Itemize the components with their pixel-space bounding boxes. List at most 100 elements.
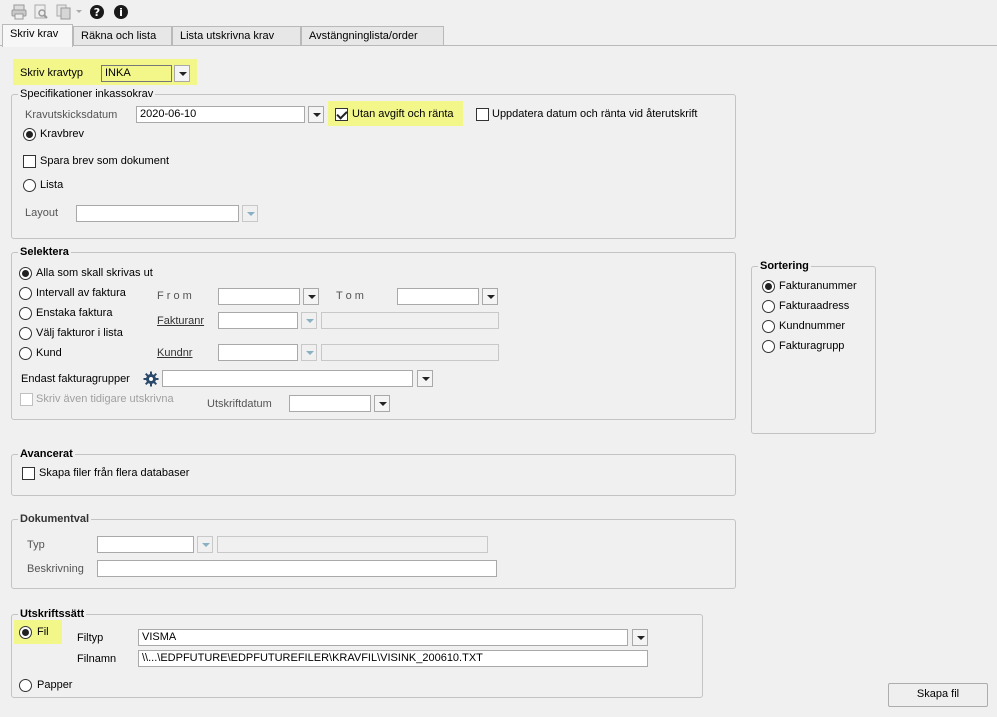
skriv-aven-checkbox[interactable] [20, 393, 33, 406]
skriv-aven-label: Skriv även tidigare utskrivna [36, 393, 174, 405]
spara-brev-label: Spara brev som dokument [40, 155, 170, 167]
dokumentval-group: Dokumentval [11, 512, 736, 589]
tab-avstangninglista[interactable]: Avstängninglista/order [301, 26, 444, 46]
sort-fakturanummer-radio[interactable] [762, 280, 775, 293]
tom-input[interactable] [397, 288, 479, 305]
kund-label: Kund [36, 347, 62, 359]
kund-radio[interactable] [19, 347, 32, 360]
spara-brev-checkbox[interactable] [23, 155, 36, 168]
print-preview-icon[interactable] [33, 4, 49, 20]
endast-dropdown-button[interactable] [417, 370, 433, 387]
endast-label: Endast fakturagrupper [21, 373, 130, 385]
filnamn-label: Filnamn [77, 653, 117, 665]
beskrivning-input[interactable] [97, 560, 497, 577]
copy-icon[interactable] [56, 4, 72, 20]
fakturanr-description [321, 312, 499, 329]
date-input[interactable]: 2020-06-10 [136, 106, 305, 123]
date-label: Kravutskicksdatum [25, 109, 118, 121]
date-dropdown-button[interactable] [308, 106, 324, 123]
filtyp-dropdown-button[interactable] [632, 629, 648, 646]
kundnr-label[interactable]: Kundnr [157, 346, 192, 360]
help-icon[interactable]: ? [89, 4, 105, 20]
kravtyp-dropdown-button[interactable] [174, 65, 190, 82]
sort-fakturanummer-label: Fakturanummer [779, 280, 857, 292]
gear-icon[interactable] [143, 371, 159, 387]
from-input[interactable] [218, 288, 300, 305]
typ-input[interactable] [97, 536, 194, 553]
kundnr-dropdown-button[interactable] [301, 344, 317, 361]
svg-text:i: i [119, 6, 123, 19]
enstaka-label: Enstaka faktura [36, 307, 113, 319]
papper-label: Papper [37, 679, 73, 691]
enstaka-radio[interactable] [19, 307, 32, 320]
tom-label: T o m [336, 290, 364, 302]
kravbrev-label: Kravbrev [40, 128, 85, 140]
valj-fakturor-label: Välj fakturor i lista [36, 327, 123, 339]
utskriftdatum-input[interactable] [289, 395, 371, 412]
info-icon[interactable]: i [113, 4, 129, 20]
skapa-filer-checkbox[interactable] [22, 467, 35, 480]
spec-title: Specifikationer inkassokrav [18, 87, 156, 101]
skapa-fil-button[interactable]: Skapa fil [888, 683, 988, 707]
typ-description [217, 536, 488, 553]
skapa-filer-label: Skapa filer från flera databaser [39, 467, 190, 479]
fil-label: Fil [37, 626, 49, 638]
fakturanr-dropdown-button[interactable] [301, 312, 317, 329]
sort-fakturagrupp-label: Fakturagrupp [779, 340, 845, 352]
lista-label: Lista [40, 179, 64, 191]
sort-kundnummer-label: Kundnummer [779, 320, 846, 332]
filtyp-select[interactable]: VISMA [138, 629, 628, 646]
toolbar: ? i [0, 0, 997, 24]
uppdatera-label: Uppdatera datum och ränta vid återutskri… [492, 108, 698, 120]
layout-dropdown-button[interactable] [242, 205, 258, 222]
tab-skriv-krav[interactable]: Skriv krav [2, 24, 73, 47]
uppdatera-checkbox[interactable] [476, 108, 489, 121]
filtyp-label: Filtyp [77, 632, 104, 644]
typ-label: Typ [27, 539, 45, 551]
intervall-radio[interactable] [19, 287, 32, 300]
layout-label: Layout [25, 207, 59, 219]
intervall-label: Intervall av faktura [36, 287, 126, 299]
sort-fakturaadress-label: Fakturaadress [779, 300, 850, 312]
from-dropdown-button[interactable] [303, 288, 319, 305]
endast-fakturagrupper-input[interactable] [162, 370, 413, 387]
filnamn-input[interactable]: \\...\EDPFUTURE\EDPFUTUREFILER\KRAVFIL\V… [138, 650, 648, 667]
valj-fakturor-radio[interactable] [19, 327, 32, 340]
sortering-title: Sortering [758, 259, 811, 273]
avancerat-title: Avancerat [18, 447, 75, 461]
svg-text:?: ? [94, 6, 100, 19]
utskriftdatum-dropdown-button[interactable] [374, 395, 390, 412]
utskriftdatum-label: Utskriftdatum [207, 398, 272, 410]
chevron-down-icon[interactable] [74, 4, 84, 20]
alla-label: Alla som skall skrivas ut [36, 267, 153, 279]
kravtyp-label: Skriv kravtyp [20, 67, 83, 79]
utan-avgift-label: Utan avgift och ränta [352, 108, 454, 120]
kravtyp-select[interactable]: INKA [101, 65, 172, 82]
kundnr-description [321, 344, 499, 361]
papper-radio[interactable] [19, 679, 32, 692]
dokumentval-title: Dokumentval [18, 512, 92, 526]
kravbrev-radio[interactable] [23, 128, 36, 141]
beskrivning-label: Beskrivning [27, 563, 84, 575]
sort-kundnummer-radio[interactable] [762, 320, 775, 333]
fil-radio[interactable] [19, 626, 32, 639]
utskriftssatt-title: Utskriftssätt [18, 607, 87, 621]
tom-dropdown-button[interactable] [482, 288, 498, 305]
sort-fakturagrupp-radio[interactable] [762, 340, 775, 353]
tab-lista-utskrivna-krav[interactable]: Lista utskrivna krav [172, 26, 301, 46]
fakturanr-input[interactable] [218, 312, 298, 329]
typ-dropdown-button[interactable] [197, 536, 213, 553]
kundnr-input[interactable] [218, 344, 298, 361]
sort-fakturaadress-radio[interactable] [762, 300, 775, 313]
tab-divider [0, 45, 997, 46]
tab-bar: Skriv krav Räkna och lista Lista utskriv… [0, 24, 997, 47]
from-label: F r o m [157, 290, 192, 302]
print-icon[interactable] [11, 4, 27, 20]
layout-input[interactable] [76, 205, 239, 222]
lista-radio[interactable] [23, 179, 36, 192]
fakturanr-label[interactable]: Fakturanr [157, 314, 204, 328]
tab-rakna-och-lista[interactable]: Räkna och lista [73, 26, 172, 46]
alla-radio[interactable] [19, 267, 32, 280]
utan-avgift-checkbox[interactable] [335, 108, 348, 121]
selektera-title: Selektera [18, 245, 71, 259]
